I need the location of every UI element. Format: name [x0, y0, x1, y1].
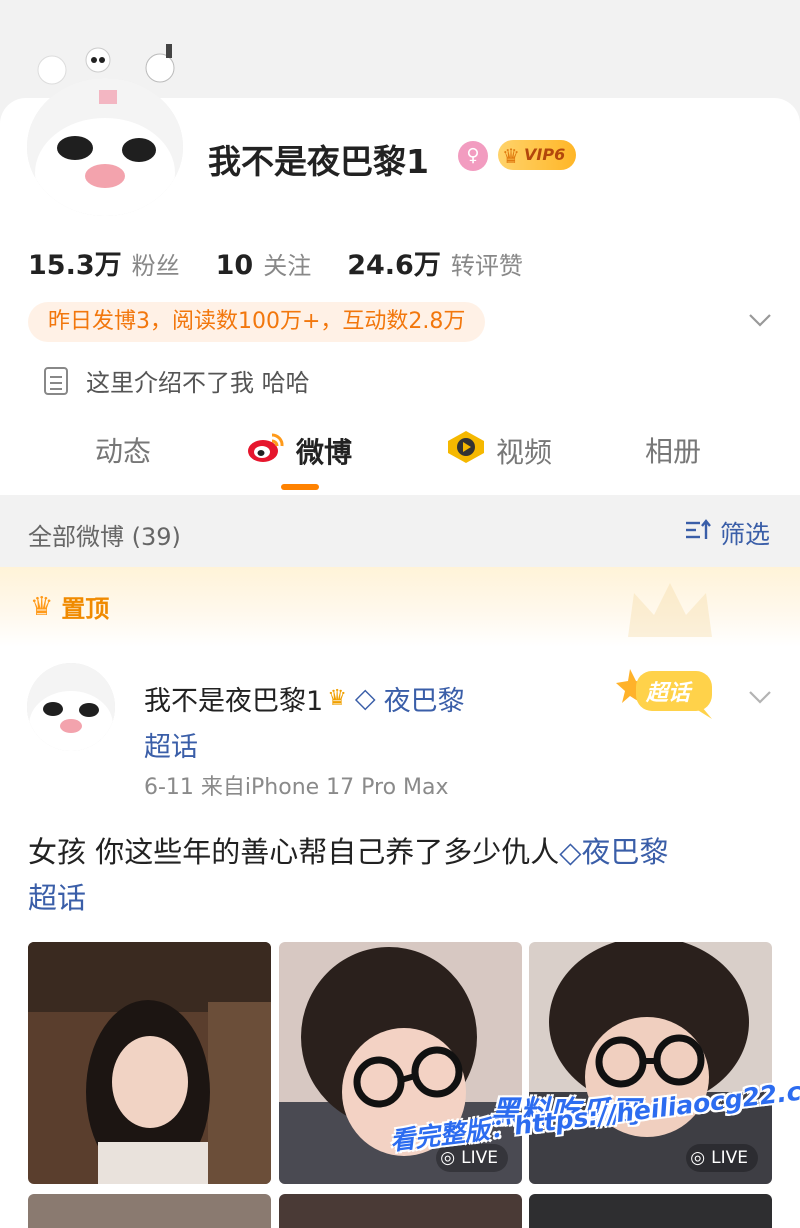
- female-gender-icon: ♀: [458, 141, 488, 171]
- vip-crown-icon: ♛: [327, 686, 347, 711]
- profile-stats: 15.3万 粉丝 10 关注 24.6万 转评赞: [28, 243, 559, 282]
- diamond-icon: ◇: [559, 835, 582, 869]
- pinned-label: ♛ 置顶: [30, 589, 109, 624]
- post-text: 女孩 你这些年的善心帮自己养了多少仇人◇夜巴黎超话: [28, 829, 768, 921]
- post-photo[interactable]: [28, 1194, 271, 1228]
- post-text-topic-suffix[interactable]: 超话: [28, 881, 86, 915]
- activity-summary-pill[interactable]: 昨日发博3，阅读数100万+，互动数2.8万: [28, 302, 486, 342]
- interactions-label[interactable]: 转评赞: [451, 246, 523, 281]
- chevron-down-icon[interactable]: [748, 685, 772, 709]
- tab-dynamics[interactable]: 动态: [95, 430, 151, 470]
- post-photo[interactable]: [28, 942, 271, 1184]
- filter-button[interactable]: 筛选: [684, 515, 770, 551]
- supertopic-link[interactable]: 夜巴黎: [384, 679, 465, 718]
- profile-tabs: 动态 微博 视频 相册: [0, 430, 800, 470]
- tab-label: 微博: [296, 435, 353, 469]
- interactions-count[interactable]: 24.6万: [347, 243, 441, 282]
- pinned-text: 置顶: [61, 595, 110, 623]
- following-count[interactable]: 10: [216, 250, 254, 281]
- tab-weibo[interactable]: 微博: [246, 430, 352, 471]
- post-photo[interactable]: ◎ LIVE: [529, 942, 772, 1184]
- crown-icon: ♛: [30, 591, 54, 622]
- tab-label: 视频: [496, 435, 553, 469]
- live-photo-badge: ◎ LIVE: [686, 1144, 758, 1172]
- avatar-decoration-icon: [30, 40, 180, 104]
- post-author-line: 我不是夜巴黎1 ♛ ◇ 夜巴黎: [144, 679, 465, 718]
- document-icon: [44, 366, 68, 395]
- post-body: 女孩 你这些年的善心帮自己养了多少仇人: [28, 835, 560, 869]
- following-label[interactable]: 关注: [263, 246, 311, 281]
- filter-label: 筛选: [719, 520, 770, 549]
- feed-filter-bar: 全部微博 (39) 筛选: [0, 495, 800, 567]
- followers-count[interactable]: 15.3万: [28, 243, 122, 282]
- tab-album[interactable]: 相册: [645, 430, 701, 470]
- post-meta: 6-11 来自iPhone 17 Pro Max: [144, 775, 449, 800]
- vip-badge[interactable]: ♛ VIP6: [498, 140, 576, 170]
- tab-label: 相册: [645, 435, 702, 468]
- weibo-logo-icon: [246, 430, 286, 471]
- chevron-down-icon[interactable]: [748, 308, 772, 332]
- post-photo[interactable]: [529, 1194, 772, 1228]
- live-label: LIVE: [711, 1148, 748, 1168]
- live-label: LIVE: [461, 1148, 498, 1168]
- supertopic-badge-label: 超话: [646, 681, 691, 706]
- post-author-name[interactable]: 我不是夜巴黎1: [144, 679, 323, 718]
- crown-icon: ♛: [502, 144, 520, 168]
- post-photo[interactable]: [279, 1194, 522, 1228]
- bio-text: 这里介绍不了我 哈哈: [86, 369, 310, 397]
- profile-nickname: 我不是夜巴黎1: [208, 142, 429, 181]
- vip-label: VIP6: [524, 145, 566, 164]
- crown-watermark-icon: [620, 577, 720, 647]
- followers-label[interactable]: 粉丝: [132, 246, 180, 281]
- live-icon: ◎: [690, 1148, 706, 1168]
- post-author-avatar[interactable]: [27, 663, 115, 751]
- diamond-icon: ◇: [354, 683, 376, 714]
- filter-icon: [684, 518, 712, 548]
- tab-label: 动态: [95, 435, 152, 468]
- profile-bio: 这里介绍不了我 哈哈: [44, 363, 310, 398]
- active-tab-indicator: [281, 484, 319, 490]
- all-weibo-count[interactable]: 全部微博 (39): [28, 517, 181, 552]
- supertopic-badge[interactable]: 超话: [612, 663, 732, 723]
- video-play-icon: [446, 430, 486, 471]
- tab-video[interactable]: 视频: [446, 430, 552, 471]
- post-text-topic-link[interactable]: 夜巴黎: [582, 835, 669, 869]
- supertopic-link-suffix[interactable]: 超话: [144, 725, 198, 764]
